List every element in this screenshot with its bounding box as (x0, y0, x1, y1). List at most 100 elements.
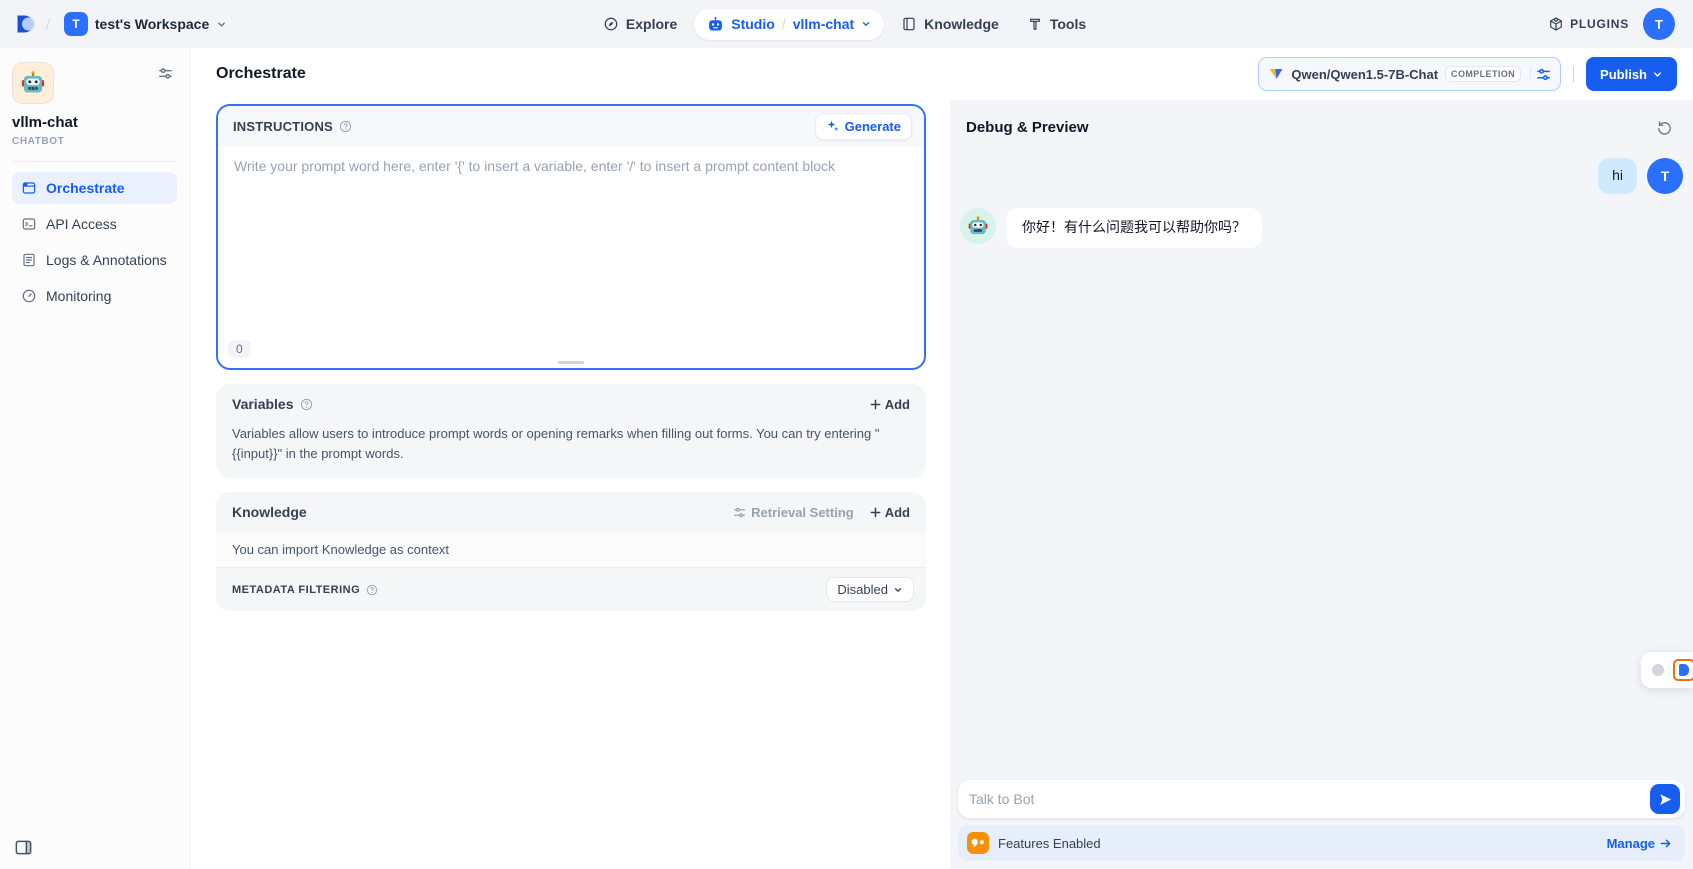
chat-input-bar (958, 780, 1685, 818)
restart-icon (1656, 119, 1673, 136)
chevron-down-icon[interactable] (861, 19, 871, 29)
add-variable-button[interactable]: Add (870, 397, 910, 412)
user-message-bubble: hi (1598, 158, 1637, 194)
variables-description: Variables allow users to introduce promp… (216, 424, 926, 478)
manage-features-link[interactable]: Manage (1607, 836, 1672, 851)
divider (1573, 66, 1574, 82)
knowledge-description: You can import Knowledge as context (216, 532, 926, 567)
robot-emoji-icon (20, 70, 46, 96)
generate-button[interactable]: Generate (815, 113, 912, 140)
app-type-badge: CHATBOT (12, 136, 177, 147)
workspace-switcher[interactable]: T test's Workspace (58, 8, 233, 40)
model-parameters-button[interactable] (1530, 67, 1551, 82)
instructions-title: INSTRUCTIONS (233, 119, 333, 134)
compass-icon (603, 16, 619, 32)
main-nav: Explore Studio / vllm-chat Knowledge Too… (592, 9, 1097, 40)
variables-title: Variables (232, 396, 294, 412)
hammer-icon (1027, 16, 1043, 32)
model-mode-badge: COMPLETION (1445, 66, 1521, 82)
sidebar-item-monitoring[interactable]: Monitoring (12, 280, 177, 312)
features-enabled-label: Features Enabled (998, 836, 1101, 851)
generate-label: Generate (845, 119, 901, 134)
robot-emoji-icon (967, 215, 989, 237)
variables-panel: Variables Add Variables allow users to i… (216, 384, 926, 478)
workspace-avatar: T (64, 12, 88, 36)
debug-preview-panel: Debug & Preview hi T (950, 100, 1693, 869)
bot-chat-avatar (960, 208, 996, 244)
robot-icon (707, 16, 724, 33)
add-knowledge-button[interactable]: Add (870, 505, 910, 520)
bot-message-bubble: 你好！有什么问题我可以帮助你吗？ (1006, 208, 1262, 248)
plugins-button[interactable]: PLUGINS (1548, 16, 1629, 32)
tune-sliders-icon (1536, 67, 1551, 82)
workspace-name: test's Workspace (95, 16, 209, 32)
retrieval-sliders-icon (733, 506, 746, 519)
orchestrate-config-panel: INSTRUCTIONS Generate 0 (190, 100, 950, 869)
orchestrate-icon (21, 180, 37, 196)
content-header: Orchestrate Qwen/Qwen1.5-7B-Chat COMPLET… (190, 48, 1693, 100)
chevron-down-icon (1652, 69, 1663, 80)
arrow-right-icon (1659, 837, 1672, 850)
info-icon (300, 398, 313, 411)
chat-history: hi T (950, 146, 1693, 780)
nav-explore-label: Explore (626, 16, 677, 32)
app-avatar (12, 62, 54, 104)
breadcrumb-separator: / (46, 16, 50, 32)
retrieval-setting-label: Retrieval Setting (751, 505, 854, 520)
nav-tools-label: Tools (1050, 16, 1086, 32)
chevron-down-icon (893, 585, 903, 595)
sidebar-item-api-access[interactable]: API Access (12, 208, 177, 240)
prompt-input[interactable] (218, 146, 924, 334)
model-selector[interactable]: Qwen/Qwen1.5-7B-Chat COMPLETION (1258, 57, 1561, 91)
collapse-panel-icon (14, 838, 33, 857)
add-variable-label: Add (885, 397, 910, 412)
chevron-down-icon (216, 19, 227, 30)
resize-handle[interactable] (558, 361, 584, 364)
nav-explore[interactable]: Explore (592, 9, 688, 39)
logs-icon (21, 252, 37, 268)
collapse-sidebar-button[interactable] (14, 838, 33, 857)
chat-input[interactable] (969, 791, 1650, 807)
sidebar-item-logs-annotations[interactable]: Logs & Annotations (12, 244, 177, 276)
app-header: / T test's Workspace Explore Studio / vl… (0, 0, 1693, 48)
metadata-filtering-dropdown[interactable]: Disabled (826, 577, 914, 602)
instructions-panel: INSTRUCTIONS Generate 0 (216, 104, 926, 370)
restart-conversation-button[interactable] (1652, 115, 1677, 140)
publish-button[interactable]: Publish (1586, 57, 1677, 91)
knowledge-title: Knowledge (232, 504, 307, 520)
app-sidebar: vllm-chat CHATBOT Orchestrate API Access… (0, 48, 190, 869)
divider (12, 161, 177, 162)
book-icon (901, 16, 917, 32)
floating-apps-widget[interactable] (1641, 652, 1693, 688)
user-avatar[interactable]: T (1643, 8, 1675, 40)
sidebar-item-label: Monitoring (46, 288, 111, 304)
nav-studio[interactable]: Studio / vllm-chat (694, 9, 884, 40)
plugins-label: PLUGINS (1570, 17, 1629, 31)
add-knowledge-label: Add (885, 505, 910, 520)
sparkles-icon (826, 119, 840, 133)
model-name: Qwen/Qwen1.5-7B-Chat (1291, 67, 1438, 82)
debug-preview-title: Debug & Preview (966, 119, 1089, 136)
plus-icon (870, 399, 881, 410)
info-icon (339, 120, 352, 133)
page-title: Orchestrate (216, 65, 306, 83)
dify-logo[interactable] (14, 12, 38, 36)
plus-icon (870, 507, 881, 518)
send-button[interactable] (1650, 784, 1680, 814)
app-settings-button[interactable] (154, 62, 177, 85)
manage-label: Manage (1607, 836, 1655, 851)
sidebar-nav: Orchestrate API Access Logs & Annotation… (12, 172, 177, 312)
nav-knowledge-label: Knowledge (924, 16, 999, 32)
features-bar: Features Enabled Manage (958, 825, 1685, 861)
nav-knowledge[interactable]: Knowledge (890, 9, 1010, 39)
metadata-filtering-row: METADATA FILTERING Disabled (216, 567, 926, 611)
char-count: 0 (228, 340, 251, 358)
nav-studio-app-name: vllm-chat (793, 16, 854, 32)
vllm-logo-icon (1268, 66, 1284, 82)
chat-message-bot: 你好！有什么问题我可以帮助你吗？ (960, 208, 1685, 248)
sidebar-item-orchestrate[interactable]: Orchestrate (12, 172, 177, 204)
knowledge-panel: Knowledge Retrieval Setting Add (216, 492, 926, 611)
retrieval-setting-button[interactable]: Retrieval Setting (733, 505, 854, 520)
package-icon (1548, 16, 1564, 32)
nav-tools[interactable]: Tools (1016, 9, 1097, 39)
